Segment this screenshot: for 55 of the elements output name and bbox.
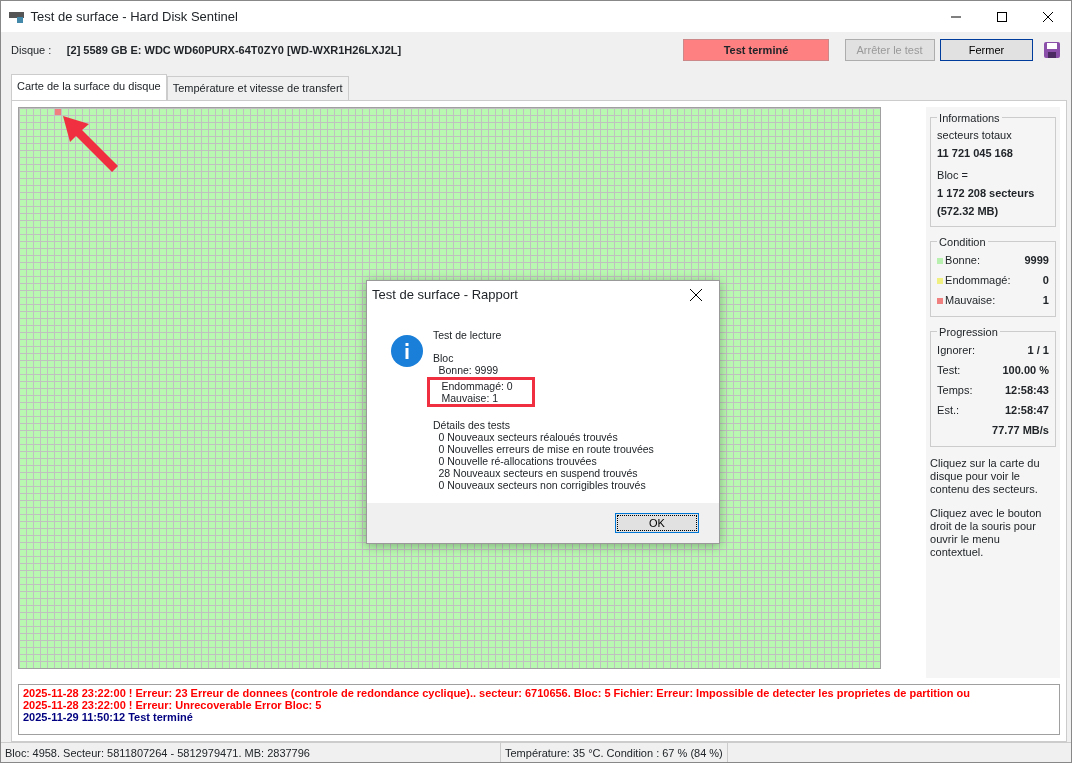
info-text: 11 721 045 168 — [937, 145, 1014, 161]
info-text: Bloc = — [937, 167, 969, 183]
disk-name: [2] 5589 GB E: WDC WD60PURX-64T0ZY0 [WD-WXR1H26LXJ2L] — [66, 42, 403, 58]
progress-value: 12:58:47 — [1004, 402, 1049, 418]
close-icon[interactable] — [1043, 11, 1053, 22]
result-line: Mauvaise: 1 — [440, 392, 500, 404]
close-icon[interactable] — [690, 289, 702, 301]
legend-value: 9999 — [1024, 252, 1049, 268]
save-icon[interactable] — [1043, 41, 1061, 59]
test-status: Test terminé — [683, 38, 829, 62]
hint-text: Cliquez avec le bouton droit de la souris pour ouvrir le menu contextuel. — [930, 507, 1043, 560]
detail-line: 28 Nouveaux secteurs en suspend trouvés — [437, 467, 639, 479]
maximize-icon[interactable] — [997, 11, 1007, 22]
log-line: 2025-11-29 11:50:12 Test terminé — [23, 710, 194, 723]
info-icon — [391, 335, 423, 367]
info-text: secteurs totaux — [937, 127, 1013, 143]
progress-value: 1 / 1 — [1027, 342, 1049, 358]
progress-value: 100.00 % — [1002, 362, 1049, 378]
dialog-title: Test de surface - Rapport — [372, 286, 518, 305]
section-title: Détails des tests — [433, 419, 512, 431]
tab[interactable]: Température et vitesse de transfert — [166, 76, 349, 100]
log-line: 2025-11-28 23:22:00 ! Erreur: 23 Erreur de donnees (controle de redondance cyclique).. secteur: 6710656. Bloc: 5 Fichier: Erreur: Impossible de detecter les proprietes de partition ou — [23, 686, 971, 699]
result-line: Endommagé: 0 — [440, 380, 514, 392]
dialog-heading: Test de lecture — [433, 329, 503, 341]
legend-label: Mauvaise: — [945, 293, 996, 306]
status-text: Température: 35 °C. Condition : 67 % (84 %) — [501, 743, 728, 762]
app-icon — [9, 9, 25, 24]
progress-label: Ignorer: — [937, 342, 975, 358]
bad-block — [55, 108, 61, 115]
detail-line: 0 Nouvelles erreurs de mise en route trouvées — [437, 443, 654, 455]
ok-button[interactable]: OK — [615, 512, 699, 534]
window-title: Test de surface - Hard Disk Sentinel — [30, 7, 239, 26]
legend-label: Bonne: — [945, 253, 980, 266]
legend-label: Endommagé: — [945, 273, 1011, 286]
detail-line: 0 Nouveaux secteurs non corrigibles trouvés — [437, 479, 647, 491]
info-text: (572.32 MB) — [937, 203, 1000, 219]
arrow-annotation — [61, 113, 119, 172]
progress-label: Test: — [937, 362, 961, 378]
status-text: Bloc: 4958. Secteur: 5811807264 - 5812979471. MB: 2837796 — [1, 743, 501, 762]
legend-value: 1 — [1042, 292, 1049, 308]
progress-value: 12:58:43 — [1004, 382, 1049, 398]
hint-text: Cliquez sur la carte du disque pour voir le contenu des secteurs. — [930, 457, 1041, 497]
tab[interactable]: Carte de la surface du disque — [11, 74, 167, 100]
progress-value: 77.77 MB/s — [992, 422, 1049, 438]
legend-value: 0 — [1042, 272, 1049, 288]
section-title: Bloc — [433, 352, 455, 364]
detail-line: 0 Nouveaux secteurs réaloués trouvés — [437, 431, 619, 443]
detail-line: 0 Nouvelle ré-allocations trouvées — [437, 455, 598, 467]
info-text: 1 172 208 secteurs — [937, 185, 1036, 201]
result-line: Bonne: 9999 — [437, 364, 500, 376]
log-line: 2025-11-28 23:22:00 ! Erreur: Unrecoverable Error Bloc: 5 — [23, 698, 322, 711]
progress-label: Est.: — [937, 402, 960, 418]
action-button[interactable]: Fermer — [940, 38, 1033, 62]
progress-label: Temps: — [937, 382, 973, 398]
disk-label: Disque : — [11, 42, 52, 58]
